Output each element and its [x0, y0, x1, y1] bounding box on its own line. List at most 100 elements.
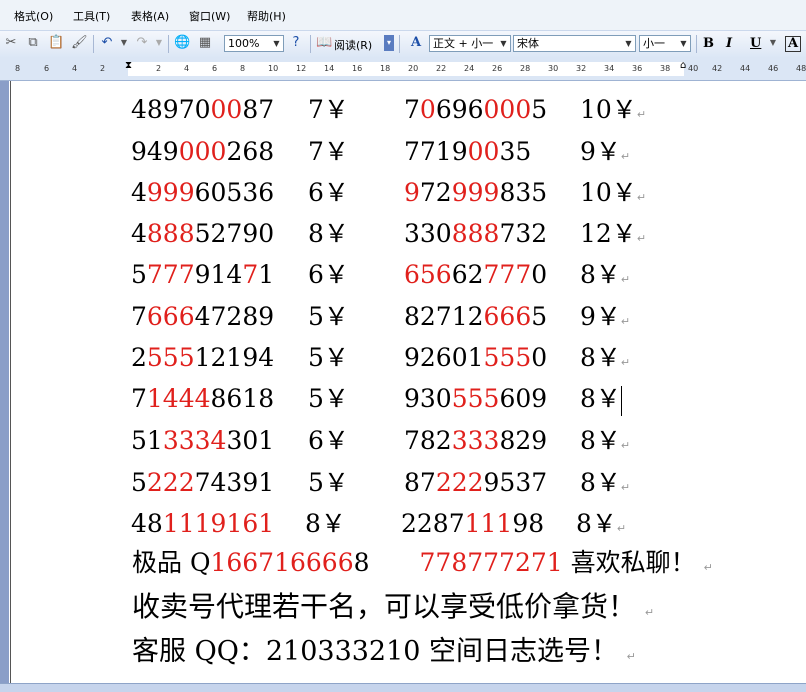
menu-table[interactable]: 表格(A) [131, 8, 169, 24]
highlighted-digits: 333 [451, 426, 500, 455]
digits: 62 [451, 260, 484, 289]
price-right: 10￥↵ [580, 95, 647, 124]
toolbar-options-icon[interactable]: ▾ [384, 35, 394, 51]
digits: 52790 [194, 219, 275, 248]
ruler-tick: 2 [100, 64, 106, 73]
digits: 7719 [404, 137, 468, 166]
ruler-tick: 12 [296, 64, 307, 73]
number-right: 930555609 [404, 379, 547, 419]
paragraph-mark-icon: ↵ [644, 606, 655, 619]
underline-button[interactable]: U [750, 36, 761, 51]
style-select[interactable]: 正文 + 小一 ▼ [429, 35, 511, 52]
digits: 8618 [210, 384, 275, 413]
hyperlink-icon[interactable]: 🌐 [174, 35, 190, 51]
redo-icon[interactable]: ↷ [134, 35, 150, 51]
zoom-select[interactable]: 100% ▼ [224, 35, 284, 52]
digits: 732 [499, 219, 548, 248]
digits: 0 [531, 260, 548, 289]
number-right: 706960005 [404, 90, 547, 130]
read-mode-button[interactable]: 阅读(R) [334, 37, 372, 53]
bold-button[interactable]: B [703, 36, 714, 51]
digits: 48970 [131, 95, 211, 124]
ruler-tick: 4 [72, 64, 78, 73]
ruler-tick: 30 [548, 64, 559, 73]
highlighted-digits: 000 [483, 95, 532, 124]
digits: 268 [226, 137, 275, 166]
cut-icon[interactable]: ✂ [3, 35, 19, 51]
highlighted-digits: 9 [404, 178, 420, 207]
price-right: 8￥↵ [580, 260, 631, 289]
ruler-tick: 4 [184, 64, 190, 73]
digits: 35 [499, 137, 532, 166]
indent-marker-icon[interactable]: ⧗ [125, 60, 132, 71]
digits: 60536 [194, 178, 275, 207]
digits: 782 [404, 426, 452, 455]
table-grid-icon[interactable]: ▦ [197, 35, 213, 51]
copy-icon[interactable]: ⧉ [25, 35, 41, 51]
ruler-tick: 20 [408, 64, 419, 73]
number-right: 77190035 [404, 132, 531, 172]
chevron-down-icon: ▼ [680, 39, 687, 48]
highlighted-digits: 555 [483, 343, 532, 372]
highlighted-digits: 1 [258, 509, 275, 538]
digits: 7 [131, 384, 147, 413]
number-left: 481119161 [131, 504, 274, 544]
digits: 1 [258, 260, 275, 289]
digits: 2287 [401, 509, 465, 538]
font-size-select[interactable]: 小一 ▼ [639, 35, 691, 52]
format-painter-icon[interactable]: 🖌 [71, 35, 88, 51]
chevron-down-icon: ▼ [500, 39, 507, 48]
ruler-tick: 38 [660, 64, 671, 73]
chevron-down-icon: ▼ [273, 39, 280, 48]
ruler-tick: 44 [740, 64, 751, 73]
digits: 829 [499, 426, 548, 455]
right-indent-marker-icon[interactable]: ⌂ [680, 60, 686, 71]
highlighted-digits: 00 [210, 95, 243, 124]
ruler-tick: 14 [324, 64, 335, 73]
redo-dropdown-icon[interactable]: ▼ [151, 35, 167, 51]
styles-pane-icon[interactable]: A [408, 35, 424, 51]
highlighted-digits: 656 [404, 260, 452, 289]
digits: 0 [531, 343, 548, 372]
digits: 301 [226, 426, 275, 455]
highlighted-digits: 666 [146, 302, 195, 331]
number-left: 577791471 [131, 255, 274, 295]
read-mode-icon: 📖 [316, 35, 333, 50]
undo-dropdown-icon[interactable]: ▼ [116, 35, 132, 51]
paste-icon[interactable]: 📋 [48, 35, 64, 51]
price-left: 7￥ [308, 95, 349, 124]
price-left: 7￥ [308, 137, 349, 166]
highlighted-digits: 222 [146, 468, 195, 497]
digits: 2 [131, 343, 147, 372]
font-select[interactable]: 宋体 ▼ [513, 35, 636, 52]
ruler-tick: 32 [576, 64, 587, 73]
toolbar: ✂ ⧉ 📋 🖌 ↶ ▼ ↷ ▼ 🌐 ▦ 100% ▼ ? 📖 阅读(R) ▾ A… [0, 30, 806, 59]
digits: 8 [353, 548, 370, 577]
price-right: 8￥↵ [580, 426, 631, 455]
digits: 5 [531, 302, 548, 331]
digits: 4 [131, 178, 147, 207]
digits: 5 [131, 468, 147, 497]
menu-format[interactable]: 格式(O) [14, 8, 53, 24]
digits: 87 [404, 468, 436, 497]
digits: 4 [131, 219, 147, 248]
undo-icon[interactable]: ↶ [99, 35, 115, 51]
price-left: 8￥ [308, 219, 349, 248]
highlighted-digits: 778777271 [419, 548, 563, 577]
digits: 7 [131, 302, 147, 331]
number-right: 972999835 [404, 173, 547, 213]
italic-button[interactable]: I [726, 36, 732, 51]
underline-dropdown-icon[interactable]: ▼ [765, 35, 781, 51]
paragraph-mark-icon: ↵ [620, 315, 631, 328]
char-border-button[interactable]: A [785, 36, 802, 52]
digits: 5 [131, 260, 147, 289]
menu-window[interactable]: 窗口(W) [189, 8, 230, 24]
number-left: 949000268 [131, 132, 274, 172]
menu-help[interactable]: 帮助(H) [247, 8, 286, 24]
digits: 92601 [404, 343, 484, 372]
menu-tools[interactable]: 工具(T) [73, 8, 110, 24]
help-icon[interactable]: ? [288, 35, 304, 51]
paragraph-mark-icon: ↵ [620, 356, 631, 369]
chevron-down-icon: ▼ [625, 39, 632, 48]
highlighted-digits: 555 [146, 343, 195, 372]
